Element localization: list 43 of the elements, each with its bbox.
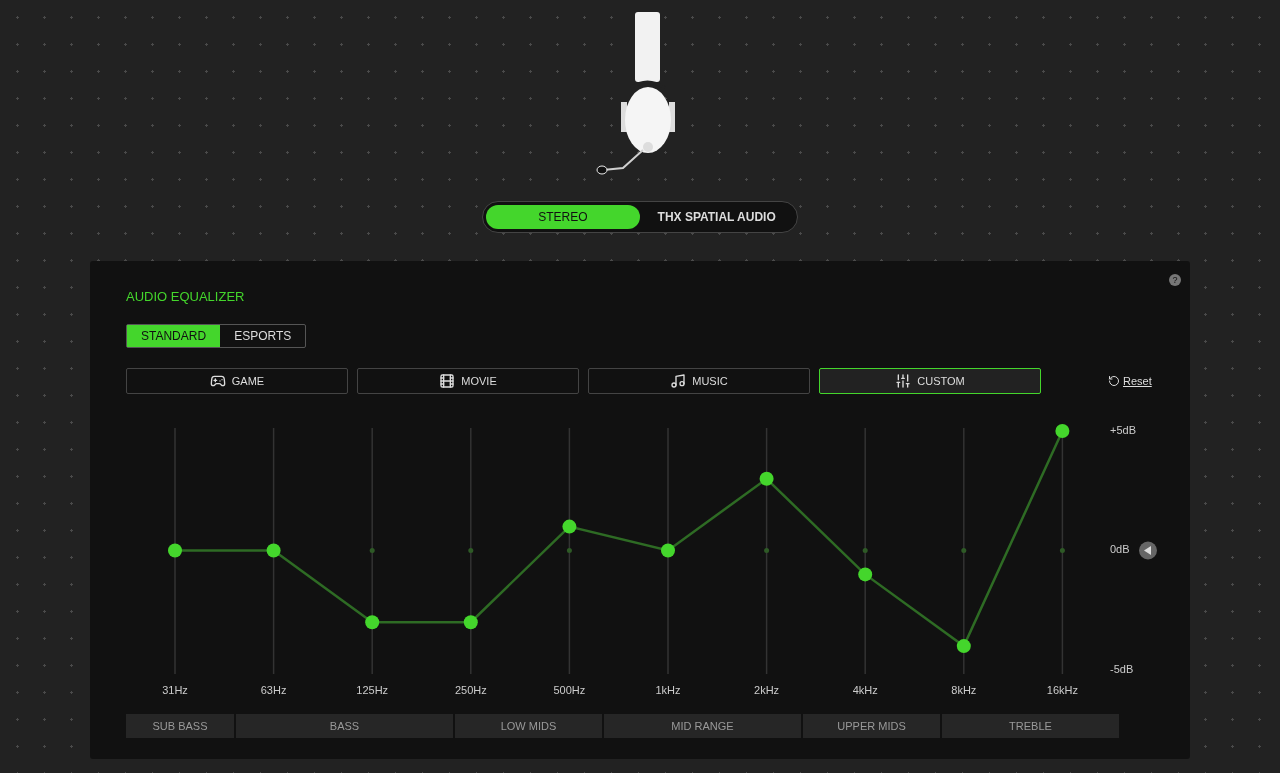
center-mark — [566, 548, 572, 553]
center-mark — [961, 548, 967, 553]
gain-label: +5dB — [1110, 423, 1136, 436]
gain-label: 0dB — [1110, 543, 1130, 556]
band-label: TREBLE — [942, 714, 1119, 738]
frequency-label: 16kHz — [1046, 684, 1078, 696]
preset-button[interactable]: MUSIC — [588, 368, 810, 394]
help-icon[interactable]: ? — [1169, 274, 1181, 286]
audio-mode-tab[interactable]: THX SPATIAL AUDIO — [639, 205, 794, 229]
reset-icon — [1108, 375, 1120, 387]
center-mark — [369, 548, 375, 553]
audio-mode-tab[interactable]: STEREO — [486, 205, 640, 229]
frequency-label: 500Hz — [553, 684, 586, 696]
center-mark — [1059, 548, 1065, 553]
preset-button[interactable]: MOVIE — [357, 368, 579, 394]
music-note-icon — [670, 373, 687, 389]
frequency-label: 125Hz — [356, 684, 389, 696]
eq-mode-tab[interactable]: STANDARD — [127, 325, 221, 347]
frequency-label: 250Hz — [454, 684, 487, 696]
preset-button[interactable]: CUSTOM — [819, 368, 1041, 394]
band-label: BASS — [236, 714, 453, 738]
reset-link[interactable]: Reset — [1108, 375, 1152, 387]
band-label: MID RANGE — [604, 714, 801, 738]
film-icon — [439, 373, 456, 389]
frequency-label: 4kHz — [852, 684, 878, 696]
gamepad-icon — [209, 373, 226, 389]
preset-button[interactable]: GAME — [126, 368, 348, 394]
center-mark — [862, 548, 868, 553]
gain-label: -5dB — [1110, 662, 1134, 675]
band-label: UPPER MIDS — [803, 714, 940, 738]
eq-mode-tab[interactable]: ESPORTS — [220, 325, 306, 347]
frequency-label: 2kHz — [754, 684, 780, 696]
center-mark — [764, 548, 770, 553]
collapse-button[interactable] — [1139, 541, 1157, 560]
sliders-icon — [895, 373, 912, 389]
band-label: LOW MIDS — [455, 714, 602, 738]
frequency-label: 8kHz — [951, 684, 977, 696]
frequency-label: 63Hz — [260, 684, 287, 696]
band-label: SUB BASS — [126, 714, 234, 738]
center-mark — [468, 548, 474, 553]
frequency-label: 31Hz — [162, 684, 188, 696]
section-title: AUDIO EQUALIZER — [126, 289, 246, 304]
frequency-label: 1kHz — [655, 684, 681, 696]
